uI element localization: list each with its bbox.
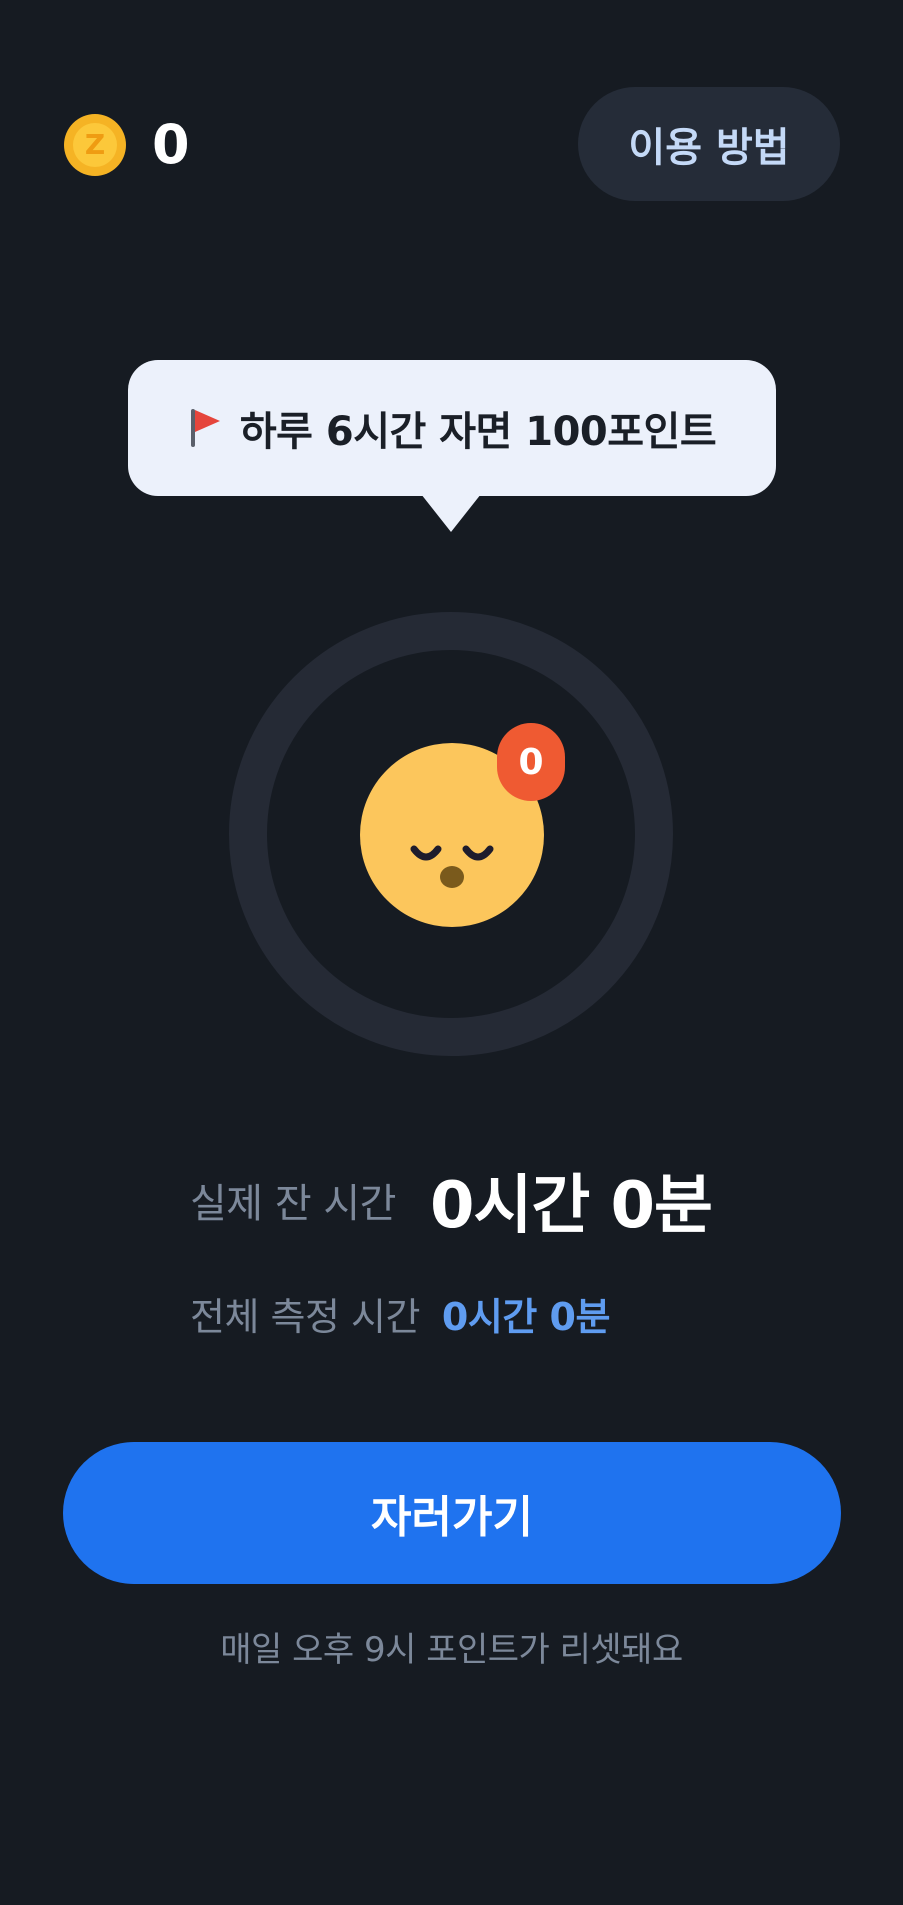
- coin-icon: Z: [64, 114, 126, 176]
- coin-symbol: Z: [73, 123, 117, 167]
- reset-notice: 매일 오후 9시 포인트가 리셋돼요: [220, 1630, 683, 1670]
- how-to-use-button[interactable]: 이용 방법: [578, 87, 840, 201]
- total-measured-label: 전체 측정 시간: [190, 1294, 420, 1339]
- tooltip-tail: [421, 494, 481, 532]
- flag-icon: [190, 409, 220, 447]
- goal-tooltip-text: 하루 6시간 자면 100포인트: [239, 409, 717, 455]
- coin-count: 0: [152, 113, 190, 176]
- actual-sleep-label: 실제 잔 시간: [190, 1181, 396, 1227]
- actual-sleep-row: 실제 잔 시간 0시간 0분: [190, 1160, 713, 1243]
- go-to-sleep-button[interactable]: 자러가기: [63, 1442, 841, 1584]
- point-balance: Z 0: [64, 114, 190, 176]
- point-badge: 0: [497, 723, 565, 801]
- total-measured-row: 전체 측정 시간 0시간 0분: [190, 1283, 610, 1343]
- actual-sleep-value: 0시간 0분: [429, 1169, 713, 1243]
- total-measured-value: 0시간 0분: [441, 1294, 611, 1339]
- goal-tooltip: 하루 6시간 자면 100포인트: [128, 360, 776, 496]
